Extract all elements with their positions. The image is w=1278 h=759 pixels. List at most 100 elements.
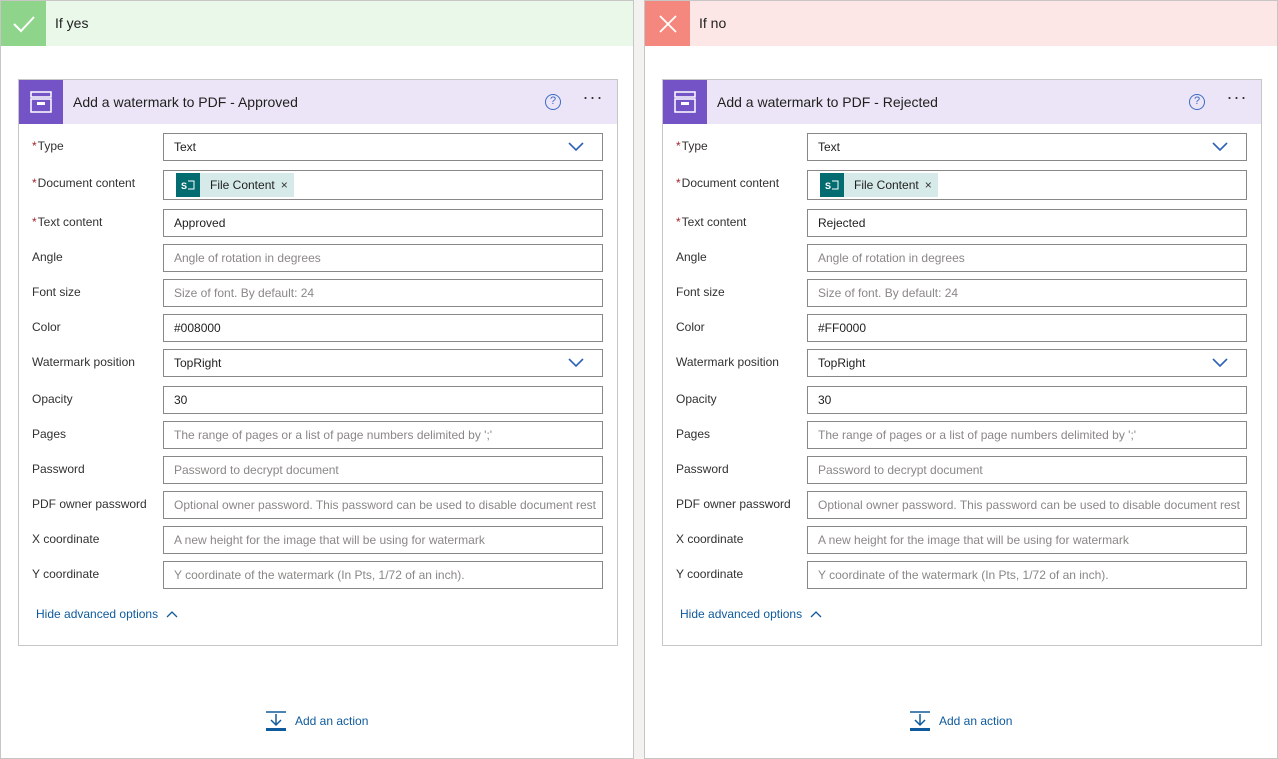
hide-advanced-options-link[interactable]: Hide advanced options (36, 607, 178, 621)
field-password: Password Password to decrypt document (19, 456, 617, 484)
text-content-input[interactable]: Approved (163, 209, 603, 237)
field-label: Angle (676, 250, 707, 264)
field-label: Y coordinate (32, 567, 100, 581)
chevron-up-icon (810, 611, 822, 618)
field-watermark-position: Watermark position TopRight (19, 349, 617, 377)
password-input[interactable]: Password to decrypt document (163, 456, 603, 484)
field-y-coordinate: Y coordinate Y coordinate of the waterma… (19, 561, 617, 589)
pages-input[interactable]: The range of pages or a list of page num… (163, 421, 603, 449)
field-text-content: *Text content Rejected (663, 209, 1261, 237)
token-label: File Content (210, 178, 275, 192)
field-label: Text content (37, 215, 103, 229)
sharepoint-icon: S (176, 173, 200, 197)
chevron-up-icon (166, 611, 178, 618)
card-title: Add a watermark to PDF - Approved (73, 94, 298, 110)
hide-advanced-options-link[interactable]: Hide advanced options (680, 607, 822, 621)
field-watermark-position: Watermark position TopRight (663, 349, 1261, 377)
file-content-token[interactable]: S File Content × (176, 173, 294, 197)
add-action-label: Add an action (295, 714, 369, 728)
more-options-icon[interactable]: ··· (581, 88, 605, 110)
field-label: X coordinate (32, 532, 100, 546)
angle-input[interactable]: Angle of rotation in degrees (163, 244, 603, 272)
add-action-icon (910, 711, 930, 731)
branch-header-yes[interactable]: If yes (1, 1, 633, 46)
field-angle: Angle Angle of rotation in degrees (663, 244, 1261, 272)
pages-input[interactable]: The range of pages or a list of page num… (807, 421, 1247, 449)
branch-if-yes: If yes Add a watermark to PDF - Approved… (0, 0, 634, 759)
branch-header-no[interactable]: If no (645, 1, 1277, 46)
more-options-icon[interactable]: ··· (1225, 88, 1249, 110)
password-input[interactable]: Password to decrypt document (807, 456, 1247, 484)
opacity-input[interactable]: 30 (807, 386, 1247, 414)
y-coordinate-input[interactable]: Y coordinate of the watermark (In Pts, 1… (807, 561, 1247, 589)
chevron-down-icon (1212, 358, 1228, 368)
watermark-position-value: TopRight (174, 356, 222, 370)
svg-text:S: S (825, 181, 831, 191)
field-label: Angle (32, 250, 63, 264)
color-input[interactable]: #008000 (163, 314, 603, 342)
opacity-input[interactable]: 30 (163, 386, 603, 414)
angle-input[interactable]: Angle of rotation in degrees (807, 244, 1247, 272)
help-icon[interactable]: ? (1189, 94, 1205, 110)
type-dropdown[interactable]: Text (807, 133, 1247, 161)
hide-advanced-label: Hide advanced options (680, 607, 803, 621)
document-content-input[interactable]: S File Content × (163, 170, 603, 200)
watermark-action-card: Add a watermark to PDF - Rejected ? ··· … (662, 79, 1262, 646)
add-action-button[interactable]: Add an action (265, 710, 368, 732)
field-label: Opacity (676, 392, 717, 406)
pdf-archive-icon (19, 80, 63, 124)
card-header[interactable]: Add a watermark to PDF - Rejected ? ··· (663, 80, 1261, 124)
x-coordinate-input[interactable]: A new height for the image that will be … (163, 526, 603, 554)
token-label: File Content (854, 178, 919, 192)
font-size-input[interactable]: Size of font. By default: 24 (807, 279, 1247, 307)
field-label: Password (676, 462, 729, 476)
add-action-button[interactable]: Add an action (909, 710, 1012, 732)
field-label: Watermark position (32, 355, 135, 369)
help-icon[interactable]: ? (545, 94, 561, 110)
token-close-icon[interactable]: × (925, 171, 932, 199)
branch-title: If yes (55, 15, 89, 31)
branch-title: If no (699, 15, 727, 31)
field-opacity: Opacity 30 (19, 386, 617, 414)
watermark-position-dropdown[interactable]: TopRight (807, 349, 1247, 377)
field-color: Color #008000 (19, 314, 617, 342)
field-pages: Pages The range of pages or a list of pa… (19, 421, 617, 449)
field-label: Font size (676, 285, 725, 299)
color-input[interactable]: #FF0000 (807, 314, 1247, 342)
x-coordinate-input[interactable]: A new height for the image that will be … (807, 526, 1247, 554)
type-value: Text (818, 140, 841, 154)
pdf-owner-password-input[interactable]: Optional owner password. This password c… (163, 491, 603, 519)
field-password: Password Password to decrypt document (663, 456, 1261, 484)
field-label: Color (32, 320, 61, 334)
text-content-input[interactable]: Rejected (807, 209, 1247, 237)
field-document-content: *Document content S File Content × (19, 170, 617, 200)
type-dropdown[interactable]: Text (163, 133, 603, 161)
pdf-owner-password-input[interactable]: Optional owner password. This password c… (807, 491, 1247, 519)
field-font-size: Font size Size of font. By default: 24 (663, 279, 1261, 307)
field-type: *Type Text (19, 133, 617, 161)
chevron-down-icon (568, 142, 584, 152)
font-size-input[interactable]: Size of font. By default: 24 (163, 279, 603, 307)
field-text-content: *Text content Approved (19, 209, 617, 237)
field-y-coordinate: Y coordinate Y coordinate of the waterma… (663, 561, 1261, 589)
y-coordinate-input[interactable]: Y coordinate of the watermark (In Pts, 1… (163, 561, 603, 589)
field-label: Document content (681, 176, 780, 190)
checkmark-icon (1, 1, 46, 46)
field-label: Document content (37, 176, 136, 190)
field-color: Color #FF0000 (663, 314, 1261, 342)
add-action-icon (266, 711, 286, 731)
field-label: Text content (681, 215, 747, 229)
field-label: Pages (676, 427, 711, 441)
token-close-icon[interactable]: × (281, 171, 288, 199)
field-x-coordinate: X coordinate A new height for the image … (19, 526, 617, 554)
field-label: Y coordinate (676, 567, 744, 581)
watermark-position-dropdown[interactable]: TopRight (163, 349, 603, 377)
file-content-token[interactable]: S File Content × (820, 173, 938, 197)
card-header[interactable]: Add a watermark to PDF - Approved ? ··· (19, 80, 617, 124)
branch-if-no: If no Add a watermark to PDF - Rejected … (644, 0, 1278, 759)
type-value: Text (174, 140, 197, 154)
document-content-input[interactable]: S File Content × (807, 170, 1247, 200)
field-document-content: *Document content S File Content × (663, 170, 1261, 200)
chevron-down-icon (568, 358, 584, 368)
field-opacity: Opacity 30 (663, 386, 1261, 414)
